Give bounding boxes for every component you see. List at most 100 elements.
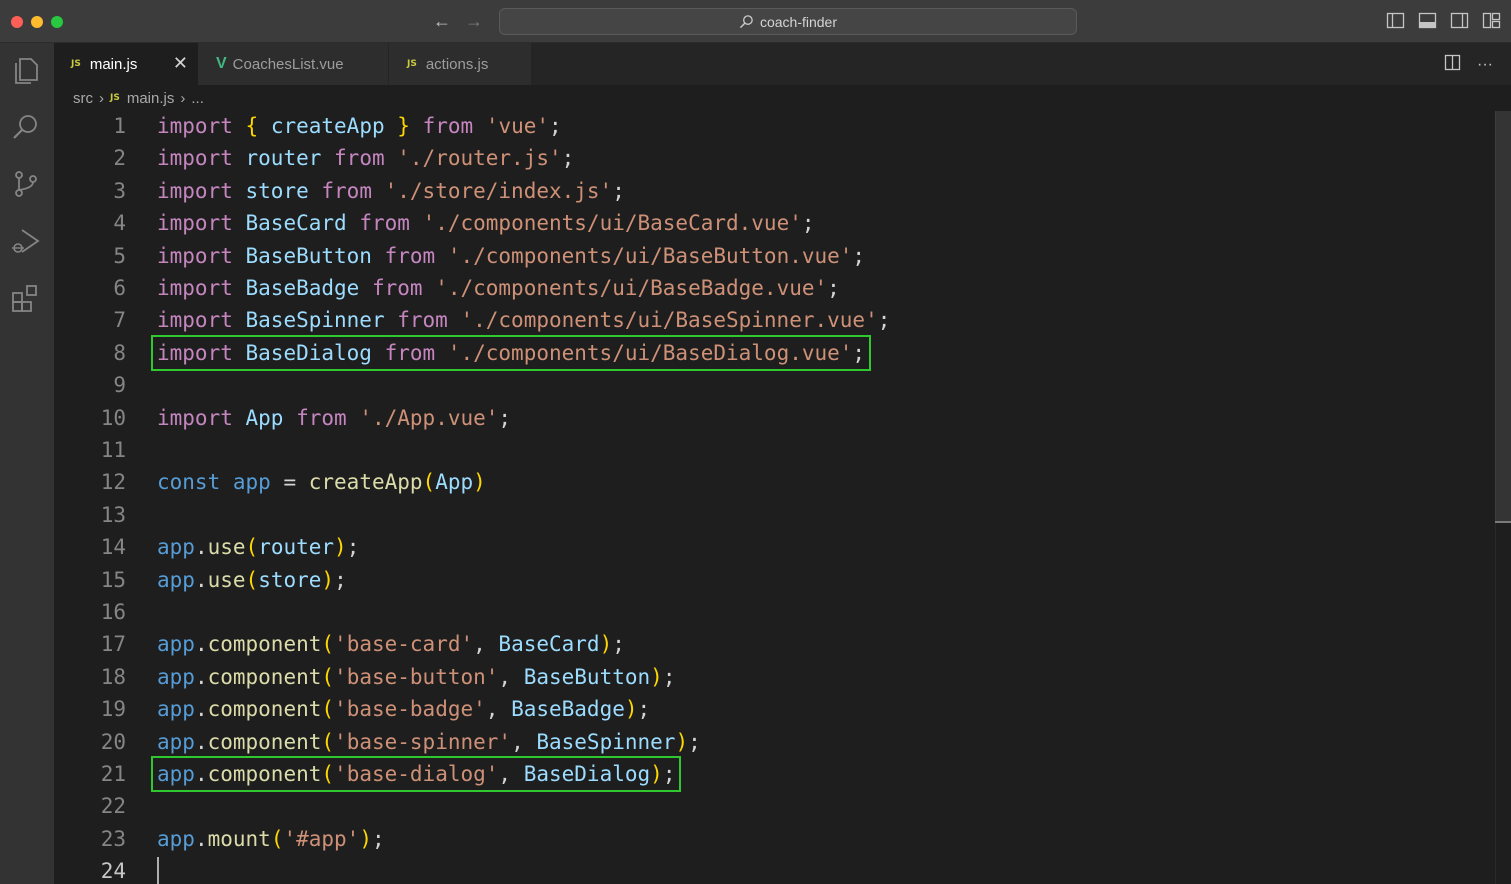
- code-text: app.mount('#app');: [157, 823, 385, 855]
- code-line[interactable]: 24: [54, 855, 1494, 884]
- scrollbar-thumb[interactable]: [1495, 111, 1511, 521]
- toggle-secondary-sidebar-icon[interactable]: [1450, 11, 1469, 30]
- js-file-icon: JS: [407, 59, 417, 69]
- code-token: const: [157, 470, 221, 495]
- code-token: component: [207, 632, 322, 657]
- explorer-icon[interactable]: [9, 53, 43, 87]
- text-cursor: [157, 857, 159, 884]
- code-token: './components/ui/BaseButton.vue': [447, 243, 853, 268]
- code-token: {: [245, 114, 259, 138]
- js-file-icon: JS: [71, 59, 81, 69]
- code-editor[interactable]: 1 import { createApp } from 'vue'; 2 import…: [54, 111, 1511, 884]
- code-line[interactable]: 16: [54, 596, 1494, 628]
- breadcrumb-more[interactable]: ...: [191, 90, 204, 107]
- code-line[interactable]: 9: [54, 369, 1494, 401]
- line-number: 11: [100, 438, 126, 462]
- code-token: .: [194, 664, 208, 689]
- code-token: router: [258, 535, 335, 560]
- code-line[interactable]: 10 import App from './App.vue';: [54, 402, 1494, 434]
- highlight-box: [151, 756, 682, 793]
- code-line[interactable]: 4 import BaseCard from './components/ui/B…: [54, 207, 1494, 239]
- go-forward-arrow-icon[interactable]: →: [462, 9, 486, 33]
- line-number: 23: [100, 826, 126, 851]
- code-text: app.component('base-badge', BaseBadge);: [157, 693, 650, 725]
- code-token: ): [650, 664, 663, 689]
- code-token: (: [422, 470, 436, 495]
- code-token: app: [157, 535, 195, 560]
- run-debug-icon[interactable]: [9, 224, 43, 258]
- code-token: ;: [688, 729, 701, 754]
- toggle-panel-icon[interactable]: [1418, 11, 1437, 30]
- search-icon[interactable]: [9, 110, 43, 144]
- code-line[interactable]: 2 import router from './router.js';: [54, 142, 1494, 174]
- command-center-search[interactable]: coach-finder: [499, 8, 1077, 35]
- code-line[interactable]: 3 import store from './store/index.js';: [54, 175, 1494, 207]
- line-number: 2: [113, 146, 126, 171]
- code-token: (: [245, 535, 259, 560]
- code-line[interactable]: 5 import BaseButton from './components/ui…: [54, 240, 1494, 272]
- code-line[interactable]: 20 app.component('base-spinner', BaseSpin…: [54, 726, 1494, 758]
- line-number: 17: [100, 632, 126, 657]
- tab-coaches-list-vue[interactable]: V CoachesList.vue: [198, 43, 389, 85]
- maximize-window-button[interactable]: [51, 16, 63, 28]
- line-number: 7: [113, 308, 126, 333]
- code-text: import BaseCard from './components/ui/Ba…: [157, 207, 815, 239]
- code-line[interactable]: 14 app.use(router);: [54, 531, 1494, 563]
- line-number: 5: [113, 243, 126, 268]
- extensions-icon[interactable]: [9, 281, 43, 315]
- code-line[interactable]: 1 import { createApp } from 'vue';: [54, 111, 1494, 142]
- code-line[interactable]: 23 app.mount('#app');: [54, 823, 1494, 855]
- code-token: import: [157, 276, 233, 300]
- tab-label: actions.js: [425, 55, 489, 73]
- code-line[interactable]: 13: [54, 499, 1494, 531]
- split-editor-icon[interactable]: [1444, 54, 1461, 76]
- code-line[interactable]: 17 app.component('base-card', BaseCard);: [54, 628, 1494, 660]
- code-token: createApp: [308, 470, 423, 495]
- code-token: BaseCard: [498, 632, 600, 657]
- code-token: router: [245, 146, 322, 171]
- code-line[interactable]: 6 import BaseBadge from './components/ui/…: [54, 272, 1494, 304]
- code-line[interactable]: 11: [54, 434, 1494, 466]
- code-token: .: [194, 567, 208, 592]
- line-number: 6: [113, 276, 126, 300]
- tab-actions-js[interactable]: JS actions.js: [389, 43, 532, 85]
- line-number: 15: [100, 567, 126, 592]
- code-line[interactable]: 7 import BaseSpinner from './components/u…: [54, 304, 1494, 336]
- breadcrumb-file[interactable]: main.js: [127, 90, 175, 107]
- code-token: (: [245, 567, 259, 592]
- close-icon[interactable]: ✕: [173, 54, 188, 72]
- code-token: ;: [612, 178, 625, 203]
- layout-controls: [1386, 11, 1501, 30]
- tab-main-js[interactable]: JS main.js ✕: [54, 43, 198, 85]
- code-token: '#app': [283, 826, 360, 851]
- code-line[interactable]: 15 app.use(store);: [54, 564, 1494, 596]
- code-line[interactable]: 22: [54, 790, 1494, 822]
- line-number: 20: [100, 729, 126, 754]
- code-token: from: [334, 146, 385, 171]
- code-line[interactable]: 19 app.component('base-badge', BaseBadge)…: [54, 693, 1494, 725]
- code-token: from: [384, 243, 436, 268]
- go-back-arrow-icon[interactable]: ←: [430, 9, 454, 33]
- close-window-button[interactable]: [11, 16, 23, 28]
- minimize-window-button[interactable]: [31, 16, 43, 28]
- code-line[interactable]: 12 const app = createApp(App): [54, 466, 1494, 498]
- code-token: .: [194, 535, 208, 560]
- toggle-primary-sidebar-icon[interactable]: [1386, 11, 1405, 30]
- vue-file-icon: V: [216, 55, 227, 72]
- customize-layout-icon[interactable]: [1482, 11, 1501, 30]
- more-actions-icon[interactable]: ···: [1477, 56, 1493, 74]
- source-control-icon[interactable]: [9, 167, 43, 201]
- code-line[interactable]: 18 app.component('base-button', BaseButto…: [54, 661, 1494, 693]
- code-token: ;: [801, 211, 815, 236]
- code-token: import: [157, 243, 233, 268]
- code-token: use: [207, 567, 246, 592]
- breadcrumb-folder[interactable]: src: [73, 90, 93, 107]
- code-token: 'base-card': [334, 632, 474, 657]
- code-token: from: [359, 211, 410, 236]
